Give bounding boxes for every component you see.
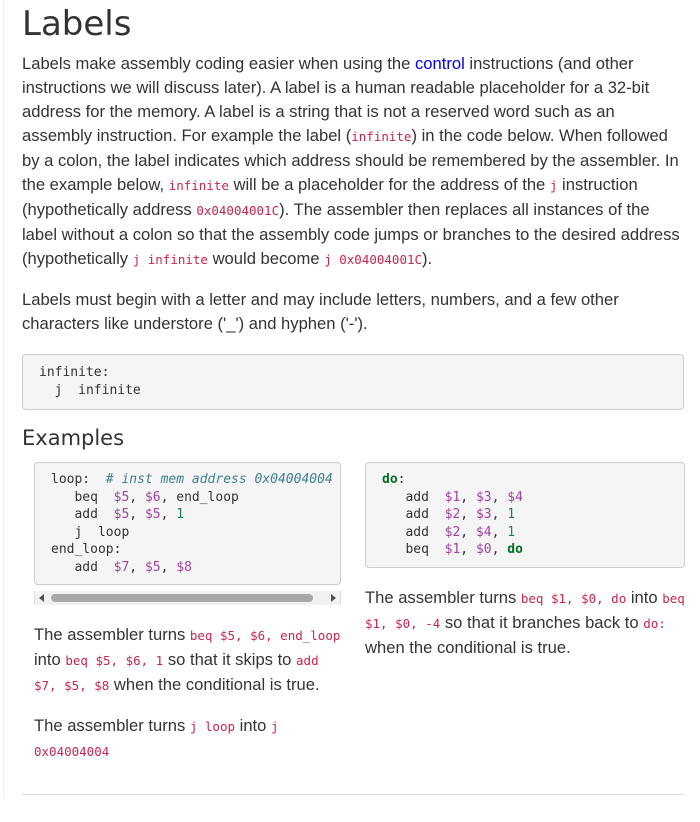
explain-text: so that it branches back to <box>440 612 644 632</box>
intro-paragraph: Labels make assembly coding easier when … <box>22 52 684 272</box>
explain-text: The assembler turns <box>34 625 190 644</box>
code-reg: $7 <box>113 559 130 575</box>
code-reg: $3 <box>475 489 492 505</box>
example-left: loop: # inst mem address 0x04004004 beq … <box>34 462 341 764</box>
intro-text: would become <box>207 249 325 268</box>
examples-heading: Examples <box>22 426 125 450</box>
code-reg: $0 <box>475 542 492 557</box>
scroll-thumb[interactable] <box>51 594 313 602</box>
inline-code: 0x04004001C <box>196 203 280 218</box>
code-op: add <box>405 524 429 540</box>
code-imm: 1 <box>176 507 185 522</box>
code-reg: $4 <box>507 489 523 505</box>
page-title: Labels <box>22 4 132 44</box>
code-reg: $5 <box>113 489 130 505</box>
code-reg: $1 <box>444 542 461 557</box>
inline-code: infinite <box>168 178 229 193</box>
code-op: add <box>74 559 98 575</box>
code-op: beq <box>405 542 429 557</box>
content: Labels Labels make assembly coding easie… <box>22 0 685 822</box>
code-label: end_loop: <box>51 542 122 557</box>
intro-text: will be a placeholder for the address of… <box>228 175 550 194</box>
left-border <box>3 0 4 799</box>
code-target: end_loop <box>176 489 239 505</box>
horizontal-scrollbar[interactable] <box>34 591 341 605</box>
code-reg: $2 <box>444 507 461 522</box>
inline-code: j infinite <box>132 252 208 267</box>
rules-paragraph: Labels must begin with a letter and may … <box>22 290 619 333</box>
examples-columns: loop: # inst mem address 0x04004004 beq … <box>22 462 685 822</box>
code-label: loop: <box>51 472 91 487</box>
explain-text: The assembler turns <box>34 716 190 735</box>
explain-text: when the conditional is true. <box>365 637 571 657</box>
code-op: beq <box>74 489 98 505</box>
explain-text: into <box>626 587 663 607</box>
code-reg: $2 <box>444 524 461 540</box>
code-reg: $8 <box>176 559 192 575</box>
inline-code: beq $5, $6, 1 <box>65 653 164 668</box>
code-label: do <box>382 472 398 487</box>
code-op: add <box>405 507 429 522</box>
code-op: add <box>74 507 98 522</box>
code-op: j <box>74 524 83 540</box>
code-reg: $5 <box>144 507 161 522</box>
code-target: do <box>507 542 523 557</box>
code-comment: # inst mem address 0x04004004 <box>105 472 333 487</box>
example-left-explanation: The assembler turns beq $5, $6, end_loop… <box>34 623 341 698</box>
code-reg: $5 <box>144 559 161 575</box>
code-reg: $1 <box>444 489 461 505</box>
code-reg: $4 <box>475 524 492 540</box>
example-right-code: do: add $1, $3, $4 add $2, $3, 1 add $2,… <box>365 462 685 568</box>
explain-text: The assembler turns <box>365 587 521 607</box>
inline-code: j loop <box>189 719 236 734</box>
explain-text: so that it skips to <box>163 650 297 669</box>
code-line: j infinite <box>39 382 141 398</box>
code-reg: $5 <box>113 507 130 522</box>
explain-text: into <box>235 716 271 735</box>
inline-code: beq $5, $6, end_loop <box>189 628 341 643</box>
code-op: add <box>405 489 429 505</box>
code-colon: : <box>397 472 406 487</box>
scroll-right-arrow-icon[interactable] <box>331 594 336 602</box>
code-reg: $6 <box>144 489 161 505</box>
intro-text: Labels make assembly coding easier when … <box>22 54 415 73</box>
code-line: infinite: <box>39 365 110 380</box>
explain-text: into <box>34 650 66 669</box>
inline-code: j 0x04004001C <box>324 252 423 267</box>
code-target: loop <box>97 524 130 540</box>
intro-text: ). <box>422 249 433 268</box>
bottom-divider <box>22 794 684 795</box>
explain-text: when the conditional is true. <box>109 675 320 694</box>
code-imm: 1 <box>507 524 516 540</box>
code-imm: 1 <box>507 507 516 522</box>
example-right: do: add $1, $3, $4 add $2, $3, 1 add $2,… <box>365 462 685 660</box>
inline-code: do: <box>643 615 666 631</box>
scroll-left-arrow-icon[interactable] <box>39 594 44 602</box>
inline-code: infinite <box>351 129 412 144</box>
inline-code: beq $1, $0, do <box>520 590 627 606</box>
example-right-explanation: The assembler turns beq $1, $0, do into … <box>365 586 685 660</box>
example-left-code: loop: # inst mem address 0x04004004 beq … <box>34 462 341 585</box>
main-code-block: infinite: j infinite <box>22 354 684 410</box>
code-reg: $3 <box>475 507 492 522</box>
control-link[interactable]: control <box>415 54 465 73</box>
example-left-jump-explanation: The assembler turns j loop into j 0x0400… <box>34 714 341 764</box>
